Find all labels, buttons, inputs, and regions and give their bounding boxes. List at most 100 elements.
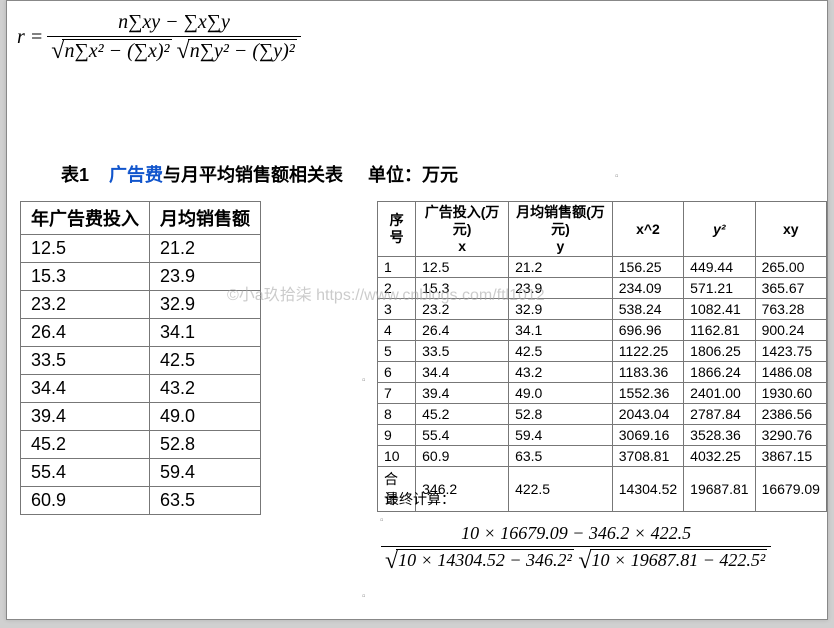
document-page: r = n∑xy − ∑x∑y √ n∑x² − (∑x)² √ n∑y² − … [6,0,828,620]
t2-cell: 26.4 [416,320,509,341]
t1-cell: 32.9 [150,291,261,319]
t1-cell: 52.8 [150,431,261,459]
t2-cell: 3290.76 [755,425,826,446]
t2-sum-1: 422.5 [509,467,613,512]
t2-cell: 1930.60 [755,383,826,404]
final-sqrt-1-body: 10 × 14304.52 − 346.2² [396,549,574,573]
t2-cell: 1552.36 [612,383,683,404]
t2-cell: 34.1 [509,320,613,341]
t2-cell: 265.00 [755,257,826,278]
t1-cell: 39.4 [21,403,150,431]
t2-cell: 1866.24 [684,362,755,383]
table-row: 845.252.82043.042787.842386.56 [378,404,827,425]
table-1: 年广告费投入 月均销售额 12.521.215.323.923.232.926.… [20,201,261,515]
t2-header: 序号 [378,202,416,257]
t2-cell: 34.4 [416,362,509,383]
final-sqrt-2-body: 10 × 19687.81 − 422.5² [590,549,768,573]
table-row: 1060.963.53708.814032.253867.15 [378,446,827,467]
final-formula: 10 × 16679.09 − 346.2 × 422.5 √ 10 × 143… [377,521,775,575]
table-row: 739.449.01552.362401.001930.60 [378,383,827,404]
t2-cell: 59.4 [509,425,613,446]
anchor-mark-icon: ▫ [615,171,619,182]
t2-cell: 10 [378,446,416,467]
t2-cell: 60.9 [416,446,509,467]
t2-sum-5: 16679.09 [755,467,826,512]
table-caption: 表1 广告费与月平均销售额相关表 单位：万元 [61,161,458,187]
t2-cell: 3069.16 [612,425,683,446]
t2-cell: 234.09 [612,278,683,299]
correlation-formula: r = n∑xy − ∑x∑y √ n∑x² − (∑x)² √ n∑y² − … [17,9,305,66]
t2-cell: 7 [378,383,416,404]
t2-cell: 4 [378,320,416,341]
table-row: 45.252.8 [21,431,261,459]
t2-cell: 4032.25 [684,446,755,467]
sqrt-2-body: n∑y² − (∑y)² [188,39,297,63]
table-row: 533.542.51122.251806.251423.75 [378,341,827,362]
t2-cell: 3708.81 [612,446,683,467]
table-row: 33.542.5 [21,347,261,375]
t2-cell: 1122.25 [612,341,683,362]
t2-cell: 3 [378,299,416,320]
t2-cell: 1486.08 [755,362,826,383]
t2-cell: 3528.36 [684,425,755,446]
anchor-mark-icon: ▫ [362,591,366,602]
t2-cell: 1082.41 [684,299,755,320]
t1-cell: 34.1 [150,319,261,347]
table-row: 12.521.2 [21,235,261,263]
t2-cell: 900.24 [755,320,826,341]
t2-cell: 63.5 [509,446,613,467]
final-label: 最终计算： [385,489,455,509]
t2-cell: 2 [378,278,416,299]
t1-cell: 63.5 [150,487,261,515]
sqrt-1: √ n∑x² − (∑x)² [51,39,171,63]
table-2: 序号广告投入(万元)x月均销售额(万元)yx^2y²xy 112.521.215… [377,201,827,512]
t2-cell: 5 [378,341,416,362]
t2-cell: 39.4 [416,383,509,404]
t2-cell: 55.4 [416,425,509,446]
t2-cell: 1 [378,257,416,278]
table-row: 55.459.4 [21,459,261,487]
formula-denominator: √ n∑x² − (∑x)² √ n∑y² − (∑y)² [47,37,301,66]
t2-cell: 9 [378,425,416,446]
t2-cell: 449.44 [684,257,755,278]
t2-header: x^2 [612,202,683,257]
t2-cell: 538.24 [612,299,683,320]
t2-cell: 42.5 [509,341,613,362]
t2-cell: 45.2 [416,404,509,425]
sqrt-1-body: n∑x² − (∑x)² [62,39,171,63]
t1-cell: 33.5 [21,347,150,375]
t2-cell: 1423.75 [755,341,826,362]
t2-cell: 21.2 [509,257,613,278]
caption-rest: 与月平均销售额相关表 [163,165,343,185]
t2-cell: 1806.25 [684,341,755,362]
t2-cell: 23.2 [416,299,509,320]
t1-cell: 12.5 [21,235,150,263]
t2-header: xy [755,202,826,257]
t1-cell: 45.2 [21,431,150,459]
t2-cell: 1162.81 [684,320,755,341]
t1-header-1: 月均销售额 [150,202,261,235]
table-row: 34.443.2 [21,375,261,403]
t1-header-0: 年广告费投入 [21,202,150,235]
t1-cell: 23.2 [21,291,150,319]
t1-cell: 49.0 [150,403,261,431]
t1-cell: 23.9 [150,263,261,291]
t2-cell: 12.5 [416,257,509,278]
t2-cell: 33.5 [416,341,509,362]
t1-cell: 55.4 [21,459,150,487]
formula-fraction: n∑xy − ∑x∑y √ n∑x² − (∑x)² √ n∑y² − (∑y)… [47,9,301,66]
caption-unit: 单位：万元 [368,165,458,185]
caption-prefix: 表1 [61,165,89,185]
t1-cell: 43.2 [150,375,261,403]
t2-cell: 15.3 [416,278,509,299]
t2-cell: 763.28 [755,299,826,320]
t2-sum-3: 14304.52 [612,467,683,512]
t2-cell: 49.0 [509,383,613,404]
t2-cell: 3867.15 [755,446,826,467]
table-row: 112.521.2156.25449.44265.00 [378,257,827,278]
final-sqrt-2: √ 10 × 19687.81 − 422.5² [578,549,767,573]
t2-cell: 32.9 [509,299,613,320]
t1-cell: 21.2 [150,235,261,263]
anchor-mark-icon: ▫ [380,515,384,526]
t1-cell: 42.5 [150,347,261,375]
